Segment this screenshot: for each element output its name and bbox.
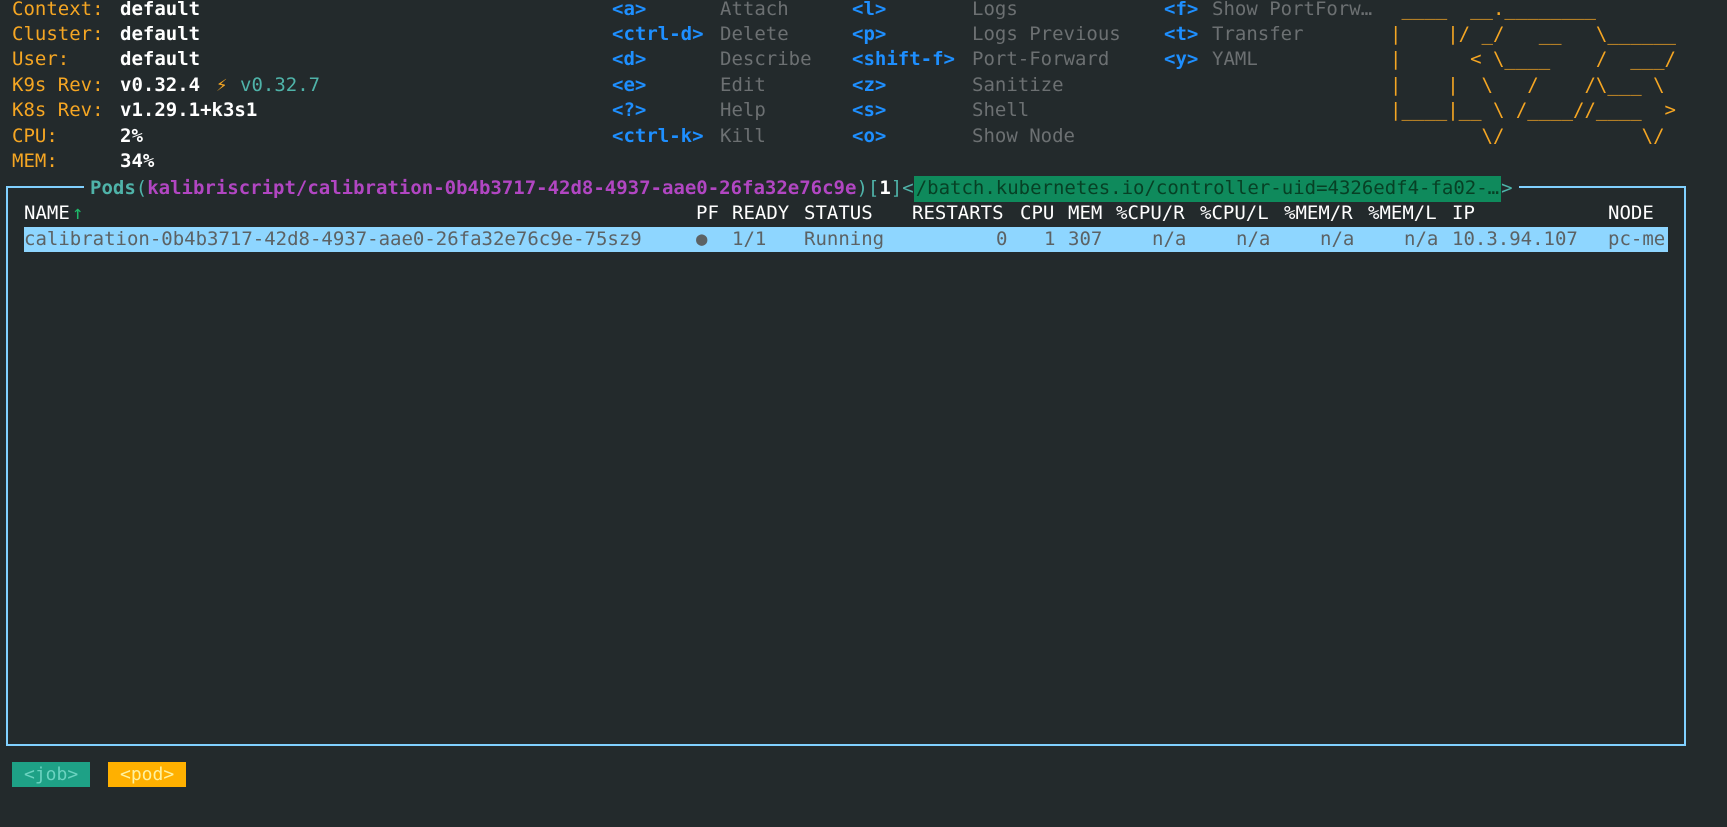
cpu-label: CPU: [12,125,58,147]
shortcut-label-yaml[interactable]: YAML [1212,47,1258,72]
sort-asc-icon: ↑ [72,202,84,224]
filter-close: > [1501,177,1513,200]
col-header-mem-r[interactable]: %MEM/R [1284,201,1353,226]
shortcut-label-help[interactable]: Help [720,98,766,123]
logo-line: |____|__ \ /____//____ > [1390,99,1676,121]
row-pf-icon: ● [696,228,708,250]
col-header-ip[interactable]: IP [1452,201,1475,226]
shortcut-key-yaml[interactable]: <y> [1164,47,1198,72]
col-header-node[interactable]: NODE [1608,201,1654,226]
col-header-name[interactable]: NAME [24,201,70,226]
shortcut-key-attach[interactable]: <a> [612,0,646,22]
breadcrumb-pod[interactable]: <pod> [108,762,187,787]
shortcut-label-show-node[interactable]: Show Node [972,124,1075,149]
shortcut-label-describe[interactable]: Describe [720,47,812,72]
view-count: 1 [879,177,891,200]
context-label: Context: [12,0,104,20]
row-mem-l: n/a [1404,228,1439,250]
shortcut-label-show-portforward[interactable]: Show PortForw… [1212,0,1372,22]
shortcut-label-kill[interactable]: Kill [720,124,766,149]
shortcut-key-edit[interactable]: <e> [612,73,646,98]
k9s-update-value: v0.32.7 [240,74,321,96]
user-label: User: [12,48,70,70]
row-ip: 10.3.94.107 [1452,228,1578,250]
logo-line: ____ __.________ [1390,0,1676,20]
shortcut-key-delete[interactable]: <ctrl-d> [612,22,704,47]
logo-line: | < \____ / ___/ [1390,48,1676,70]
row-node: pc-me [1608,228,1666,250]
shortcut-label-sanitize[interactable]: Sanitize [972,73,1064,98]
title-paren-close: ) [856,177,868,200]
row-mem: 307 [1068,228,1103,250]
row-ready: 1/1 [732,228,767,250]
shortcut-key-kill[interactable]: <ctrl-k> [612,124,704,149]
shortcut-key-transfer[interactable]: <t> [1164,22,1198,47]
shortcut-label-shell[interactable]: Shell [972,98,1029,123]
row-cpu-r: n/a [1152,228,1187,250]
col-header-pf[interactable]: PF [696,201,719,226]
row-restarts: 0 [996,228,1008,250]
k8s-rev-value: v1.29.1+k3s1 [120,99,258,121]
shortcut-label-transfer[interactable]: Transfer [1212,22,1304,47]
view-title: Pods(kalibriscript/calibration-0b4b3717-… [84,176,1519,202]
k8s-rev-label: K8s Rev: [12,99,104,121]
logo-line: | | \ / /\___ \ [1390,74,1676,96]
row-cpu-l: n/a [1236,228,1271,250]
shortcut-key-port-forward[interactable]: <shift-f> [852,47,955,72]
view-namespace: kalibriscript/calibration-0b4b3717-42d8-… [147,177,857,200]
lightning-icon: ⚡ [216,74,228,96]
col-header-cpu-r[interactable]: %CPU/R [1116,201,1185,226]
shortcut-key-sanitize[interactable]: <z> [852,73,886,98]
k9s-rev-value: v0.32.4 [120,74,201,96]
shortcut-key-show-portforward[interactable]: <f> [1164,0,1198,22]
pods-table-frame [6,186,1686,746]
k9s-rev-label: K9s Rev: [12,74,104,96]
shortcut-label-edit[interactable]: Edit [720,73,766,98]
title-paren-open: ( [135,177,148,200]
cpu-value: 2% [120,125,143,147]
row-status: Running [804,228,885,250]
filter-label[interactable]: /batch.kubernetes.io/controller-uid=4326… [913,176,1502,202]
filter-open: < [902,177,914,200]
row-cpu: 1 [1044,228,1056,250]
shortcut-key-logs-previous[interactable]: <p> [852,22,886,47]
shortcut-label-port-forward[interactable]: Port-Forward [972,47,1109,72]
context-value: default [120,0,201,20]
col-header-cpu[interactable]: CPU [1020,201,1054,226]
mem-value: 34% [120,150,155,172]
col-header-status[interactable]: STATUS [804,201,873,226]
col-header-cpu-l[interactable]: %CPU/L [1200,201,1269,226]
shortcut-key-logs[interactable]: <l> [852,0,886,22]
col-header-mem[interactable]: MEM [1068,201,1102,226]
col-header-mem-l[interactable]: %MEM/L [1368,201,1437,226]
cluster-label: Cluster: [12,23,104,45]
shortcut-label-attach[interactable]: Attach [720,0,789,22]
view-resource: Pods [90,177,136,200]
shortcut-label-delete[interactable]: Delete [720,22,789,47]
shortcut-key-help[interactable]: <?> [612,98,646,123]
title-bracket-open: [ [867,177,880,200]
shortcut-key-describe[interactable]: <d> [612,47,646,72]
row-name: calibration-0b4b3717-42d8-4937-aae0-26fa… [24,228,642,250]
col-header-ready[interactable]: READY [732,201,789,226]
shortcut-key-show-node[interactable]: <o> [852,124,886,149]
shortcut-label-logs-previous[interactable]: Logs Previous [972,22,1121,47]
breadcrumb-job[interactable]: <job> [12,762,91,787]
shortcut-key-shell[interactable]: <s> [852,98,886,123]
cluster-value: default [120,23,201,45]
mem-label: MEM: [12,150,58,172]
user-value: default [120,48,201,70]
col-header-restarts[interactable]: RESTARTS [912,201,1004,226]
title-bracket-close: ] [890,177,903,200]
shortcut-label-logs[interactable]: Logs [972,0,1018,22]
logo-line: \/ \/ [1390,125,1676,147]
logo-line: | |/ _/ __ \______ [1390,23,1676,45]
row-mem-r: n/a [1320,228,1355,250]
